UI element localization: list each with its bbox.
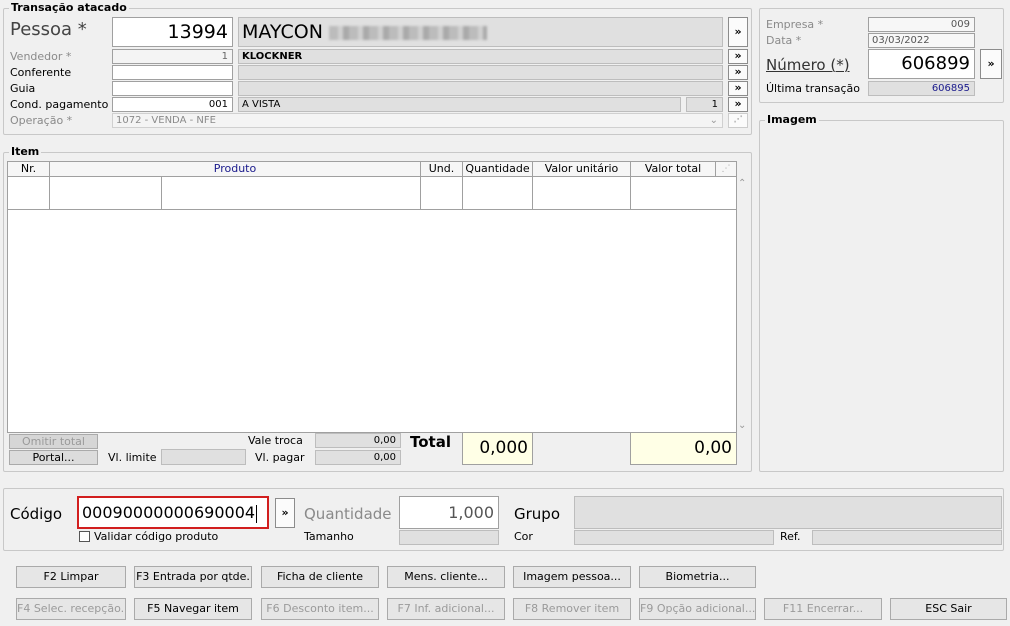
total-label: Total — [410, 433, 451, 451]
data-field[interactable]: 03/03/2022 — [868, 33, 975, 48]
total-valor-field: 0,00 — [630, 432, 737, 465]
codigo-value: 00090000000690004 — [82, 503, 256, 522]
vendedor-code-field[interactable]: 1 — [112, 49, 233, 64]
item-table: Nr. Produto Und. Quantidade Valor unitár… — [7, 161, 737, 433]
biometria-button[interactable]: Biometria... — [639, 566, 756, 588]
omitir-total-button[interactable]: Omitir total — [9, 434, 98, 449]
guia-name-field — [238, 81, 723, 96]
portal-button[interactable]: Portal... — [9, 450, 98, 465]
vendedor-label: Vendedor * — [10, 50, 72, 63]
col-und[interactable]: Und. — [421, 162, 463, 177]
quantidade-input[interactable]: 1,000 — [399, 496, 499, 529]
redacted-name-block — [328, 25, 487, 40]
tamanho-field — [399, 530, 499, 545]
pessoa-name-text: MAYCON — [242, 21, 323, 43]
conferente-label: Conferente — [10, 66, 72, 79]
vl-limite-field — [161, 449, 246, 465]
col-produto[interactable]: Produto — [50, 162, 421, 177]
cond-pagamento-label: Cond. pagamento * — [10, 98, 118, 111]
validar-label[interactable]: Validar código produto — [94, 530, 218, 543]
codigo-input[interactable]: 00090000000690004 — [77, 496, 269, 529]
ref-label: Ref. — [780, 530, 801, 543]
empresa-label: Empresa * — [766, 18, 824, 31]
f2-limpar-button[interactable]: F2 Limpar — [16, 566, 126, 588]
conferente-name-field — [238, 65, 723, 80]
column-config-icon[interactable]: ⋰ — [716, 162, 736, 177]
vendedor-name-field: KLOCKNER — [238, 49, 723, 64]
f4-selec-recepcao-button[interactable]: F4 Selec. recepção.. — [16, 598, 126, 620]
col-valor-unitario[interactable]: Valor unitário — [533, 162, 631, 177]
conferente-lookup-button[interactable]: » — [728, 65, 748, 80]
vendedor-lookup-button[interactable]: » — [728, 49, 748, 64]
esc-sair-button[interactable]: ESC Sair — [890, 598, 1007, 620]
grupo-field — [574, 496, 1002, 529]
imagem-pessoa-button[interactable]: Imagem pessoa... — [513, 566, 631, 588]
guia-lookup-button[interactable]: » — [728, 81, 748, 96]
operacao-value: 1072 - VENDA - NFE — [116, 115, 216, 126]
grupo-label: Grupo — [514, 505, 560, 523]
pessoa-name-field: MAYCON — [238, 17, 723, 47]
operacao-select[interactable]: 1072 - VENDA - NFE ⌄ — [112, 113, 723, 128]
item-title: Item — [9, 145, 42, 158]
vale-troca-field: 0,00 — [315, 433, 401, 448]
cond-pagamento-lookup-button[interactable]: » — [728, 97, 748, 112]
cond-parcelas-field: 1 — [686, 97, 723, 112]
col-nr[interactable]: Nr. — [8, 162, 50, 177]
chevron-down-icon: ⌄ — [709, 115, 718, 126]
f3-entrada-qtde-button[interactable]: F3 Entrada por qtde. — [134, 566, 252, 588]
item-table-scrollbar[interactable]: ⌃ ⌄ — [737, 176, 749, 433]
numero-lookup-button[interactable]: » — [980, 49, 1002, 79]
numero-field[interactable]: 606899 — [868, 49, 975, 79]
imagem-group: Imagem — [759, 113, 1004, 472]
quantidade-label: Quantidade — [304, 505, 392, 523]
table-row[interactable] — [8, 177, 736, 210]
imagem-title: Imagem — [765, 113, 819, 126]
f7-inf-adicional-button[interactable]: F7 Inf. adicional... — [387, 598, 505, 620]
ultima-transacao-field: 606895 — [868, 81, 975, 96]
ficha-cliente-button[interactable]: Ficha de cliente — [261, 566, 379, 588]
col-quantidade[interactable]: Quantidade — [463, 162, 533, 177]
f8-remover-item-button[interactable]: F8 Remover item — [513, 598, 631, 620]
ref-field — [812, 530, 1002, 545]
tamanho-label: Tamanho — [304, 530, 354, 543]
mens-cliente-button[interactable]: Mens. cliente... — [387, 566, 505, 588]
pessoa-lookup-button[interactable]: » — [728, 17, 748, 47]
vl-pagar-label: Vl. pagar — [255, 451, 305, 464]
guia-label: Guia — [10, 82, 36, 95]
codigo-label: Código — [10, 505, 63, 523]
empresa-field[interactable]: 009 — [868, 17, 975, 32]
pessoa-code-field[interactable]: 13994 — [112, 17, 233, 47]
transacao-title: Transação atacado — [9, 1, 129, 14]
operacao-resize-icon: ⋰ — [728, 113, 748, 128]
data-label: Data * — [766, 34, 802, 47]
text-cursor — [256, 504, 258, 523]
cor-field — [574, 530, 774, 545]
guia-code-field[interactable] — [112, 81, 233, 96]
f5-navegar-item-button[interactable]: F5 Navegar item — [134, 598, 252, 620]
cor-label: Cor — [514, 530, 533, 543]
vale-troca-label: Vale troca — [248, 434, 303, 447]
cond-pagamento-name-field: A VISTA — [238, 97, 681, 112]
f6-desconto-item-button[interactable]: F6 Desconto item... — [261, 598, 379, 620]
f9-opcao-adicional-button[interactable]: F9 Opção adicional... — [639, 598, 756, 620]
ultima-transacao-label: Última transação — [766, 82, 860, 95]
total-quantidade-field: 0,000 — [462, 432, 533, 465]
col-valor-total[interactable]: Valor total — [631, 162, 716, 177]
operacao-label: Operação * — [10, 114, 73, 127]
validar-checkbox[interactable] — [79, 531, 90, 542]
cond-pagamento-code-field[interactable]: 001 — [112, 97, 233, 112]
item-table-header: Nr. Produto Und. Quantidade Valor unitár… — [8, 162, 736, 177]
vl-limite-label: Vl. limite — [108, 451, 157, 464]
scroll-up-icon[interactable]: ⌃ — [738, 178, 746, 189]
scroll-down-icon[interactable]: ⌄ — [738, 420, 746, 431]
conferente-code-field[interactable] — [112, 65, 233, 80]
codigo-lookup-button[interactable]: » — [275, 498, 295, 528]
f11-encerrar-button[interactable]: F11 Encerrar... — [764, 598, 882, 620]
vl-pagar-field: 0,00 — [315, 450, 401, 465]
numero-label: Número (*) — [766, 56, 850, 74]
pessoa-label: Pessoa * — [10, 19, 87, 40]
